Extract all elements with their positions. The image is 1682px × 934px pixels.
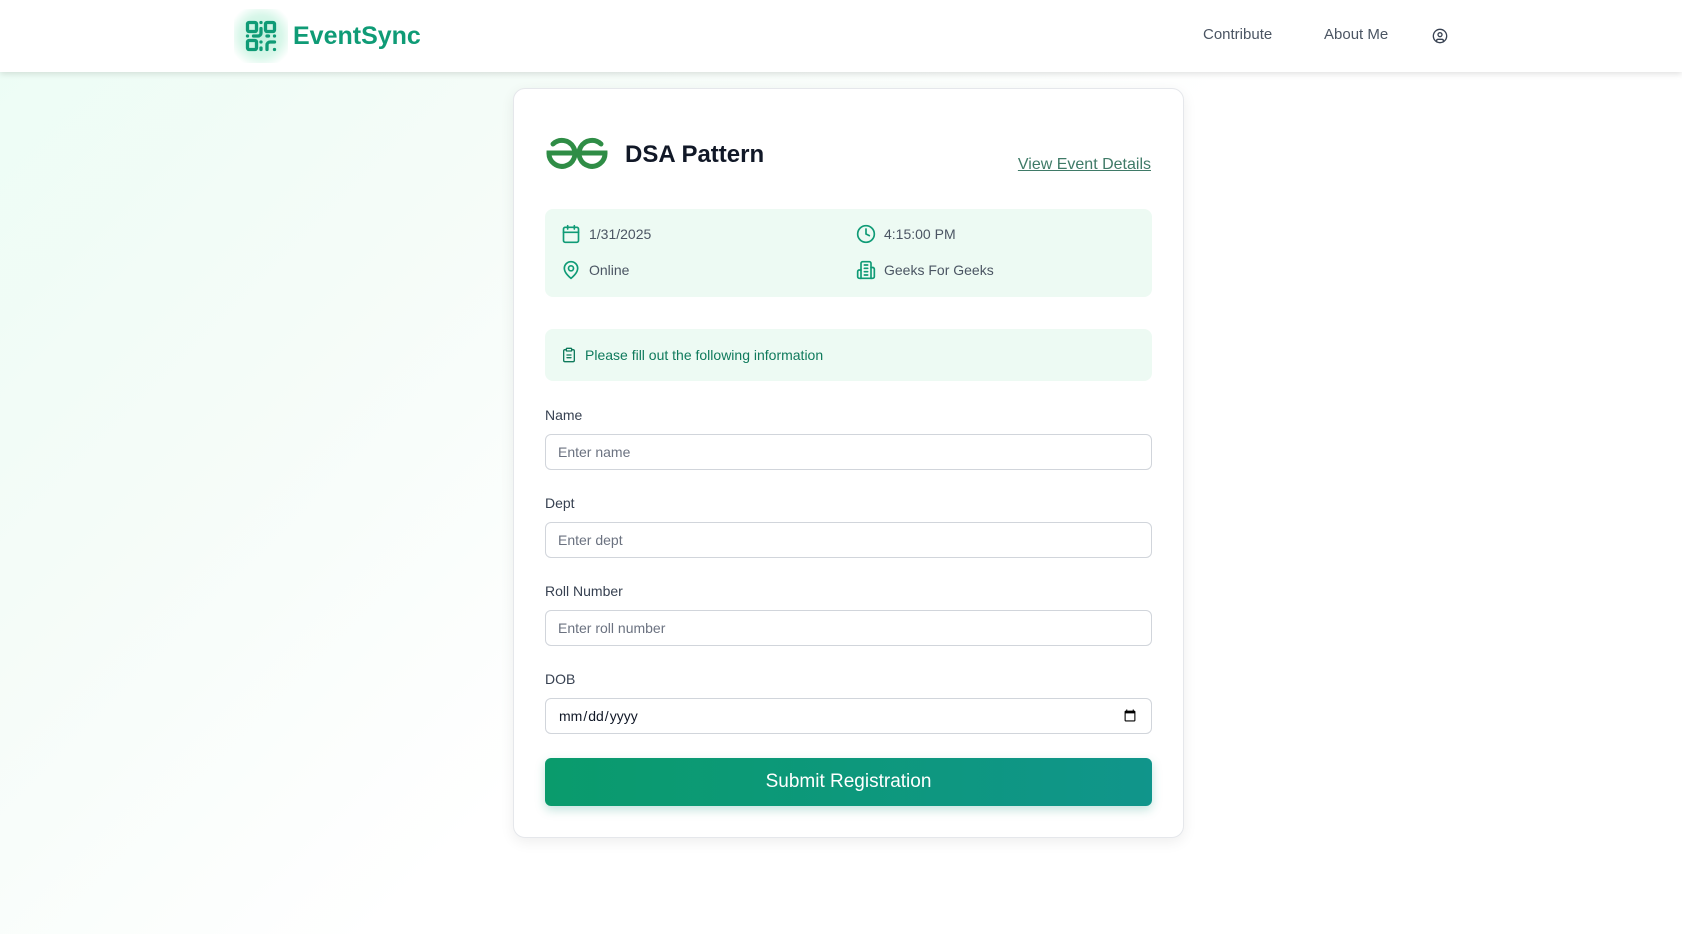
event-time: 4:15:00 PM xyxy=(856,224,956,244)
brand-name: EventSync xyxy=(293,21,421,50)
event-organizer: Geeks For Geeks xyxy=(856,260,994,280)
name-label: Name xyxy=(545,407,583,423)
event-title: DSA Pattern xyxy=(625,141,765,168)
nav-contribute-link[interactable]: Contribute xyxy=(1203,26,1272,43)
event-date: 1/31/2025 xyxy=(561,224,651,244)
dept-label: Dept xyxy=(545,495,575,511)
map-pin-icon xyxy=(563,260,579,280)
clipboard-icon xyxy=(563,347,575,363)
view-event-details-link[interactable]: View Event Details xyxy=(1018,156,1151,174)
form-notice: Please fill out the following informatio… xyxy=(545,329,1152,381)
event-info-box: 1/31/2025 4:15:00 PM Online Geeks For Ge… xyxy=(545,209,1152,297)
name-input[interactable] xyxy=(545,434,1152,470)
dob-label: DOB xyxy=(545,671,576,687)
building-icon xyxy=(856,260,876,280)
event-location: Online xyxy=(561,260,629,280)
roll-number-input[interactable] xyxy=(545,610,1152,646)
registration-card: DSA Pattern View Event Details 1/31/2025… xyxy=(513,88,1184,838)
roll-number-label: Roll Number xyxy=(545,583,623,599)
qr-code-icon xyxy=(234,9,288,63)
clock-icon xyxy=(856,224,876,244)
form-notice-text: Please fill out the following informatio… xyxy=(585,347,824,363)
user-circle-icon[interactable] xyxy=(1432,28,1448,44)
dept-input[interactable] xyxy=(545,522,1152,558)
nav-about-link[interactable]: About Me xyxy=(1324,26,1388,43)
event-organizer-text: Geeks For Geeks xyxy=(884,262,994,278)
brand[interactable]: EventSync xyxy=(234,9,421,63)
calendar-icon xyxy=(562,224,580,244)
geeksforgeeks-logo xyxy=(546,137,608,169)
event-location-text: Online xyxy=(589,262,630,278)
dob-date-input[interactable] xyxy=(545,698,1152,734)
event-date-text: 1/31/2025 xyxy=(589,226,652,242)
top-navbar: EventSync Contribute About Me xyxy=(0,0,1682,72)
submit-registration-button[interactable]: Submit Registration xyxy=(545,758,1152,806)
event-time-text: 4:15:00 PM xyxy=(884,226,956,242)
